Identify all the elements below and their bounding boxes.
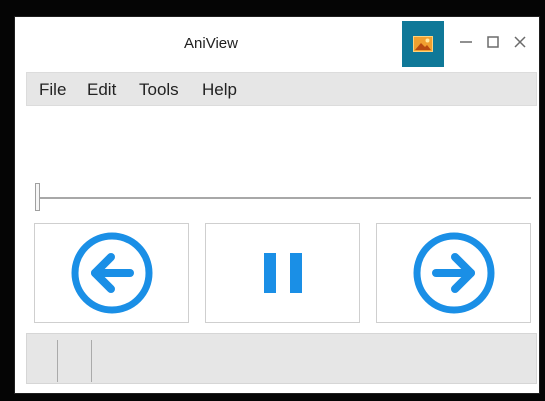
menu-help[interactable]: Help bbox=[202, 80, 237, 100]
status-separator bbox=[91, 340, 92, 382]
slider-track bbox=[35, 197, 531, 199]
menu-file[interactable]: File bbox=[39, 80, 66, 100]
status-bar bbox=[26, 333, 537, 384]
menu-edit[interactable]: Edit bbox=[87, 80, 116, 100]
image-icon[interactable] bbox=[402, 21, 444, 67]
pause-button[interactable] bbox=[205, 223, 360, 323]
playback-slider[interactable] bbox=[35, 181, 531, 215]
close-icon[interactable] bbox=[509, 31, 531, 53]
previous-button[interactable] bbox=[34, 223, 189, 323]
status-separator bbox=[57, 340, 58, 382]
app-window: AniView File Edit Tools Help bbox=[14, 16, 540, 394]
window-title: AniView bbox=[184, 35, 238, 52]
next-button[interactable] bbox=[376, 223, 531, 323]
slider-thumb[interactable] bbox=[35, 183, 40, 211]
maximize-icon[interactable] bbox=[482, 31, 504, 53]
title-bar: AniView bbox=[15, 17, 539, 69]
minimize-icon[interactable] bbox=[455, 31, 477, 53]
menu-bar: File Edit Tools Help bbox=[26, 72, 537, 106]
arrow-left-circle-icon bbox=[71, 232, 152, 314]
pause-icon bbox=[263, 253, 302, 293]
menu-tools[interactable]: Tools bbox=[139, 80, 179, 100]
arrow-right-circle-icon bbox=[413, 232, 494, 314]
